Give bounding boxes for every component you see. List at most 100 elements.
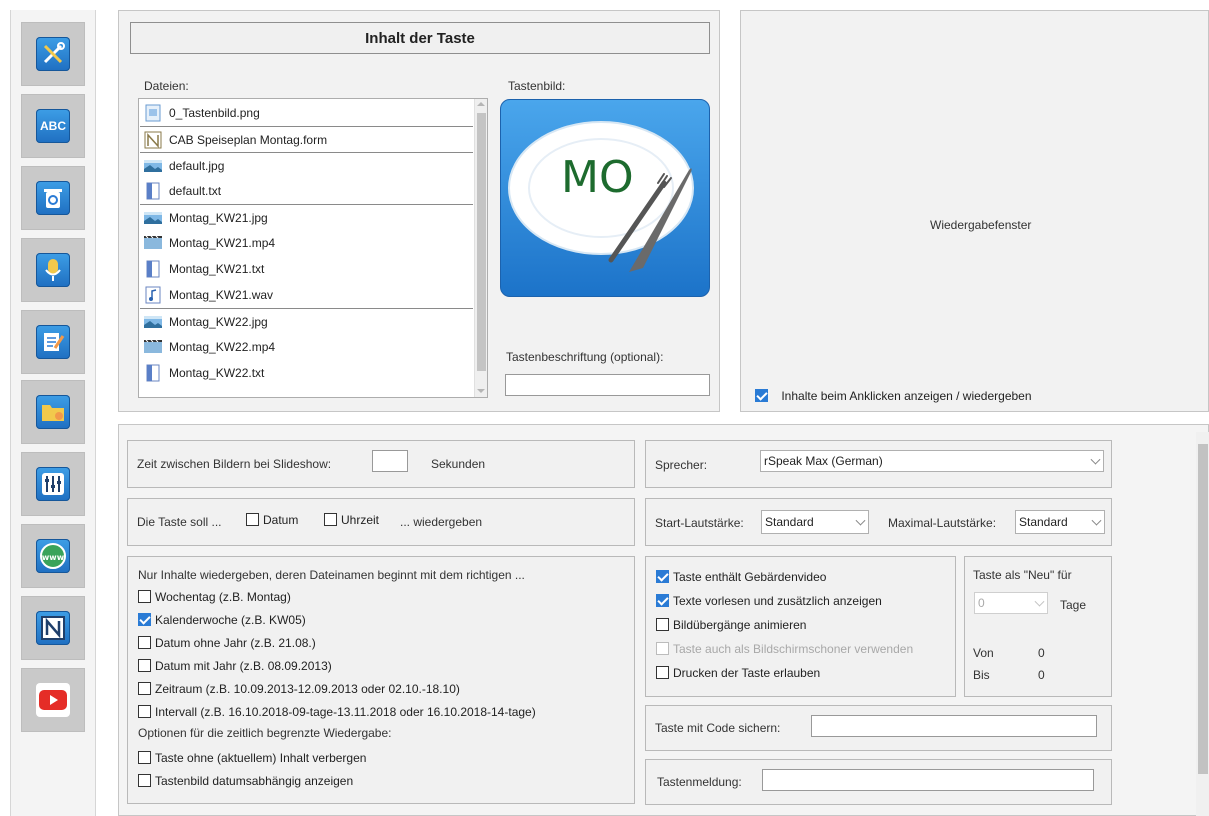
settings-scroll-thumb[interactable] bbox=[1198, 444, 1208, 774]
slideshow-unit: Sekunden bbox=[431, 457, 486, 471]
filter-option-3-option[interactable]: Datum mit Jahr (z.B. 08.09.2013) bbox=[138, 659, 332, 673]
file-list-item[interactable]: CAB Speiseplan Montag.form bbox=[140, 126, 473, 152]
time-option-1-checkbox[interactable] bbox=[138, 774, 151, 787]
mixer-sliders-icon bbox=[36, 467, 70, 501]
sidebar-button-www-globe[interactable]: www bbox=[21, 524, 85, 588]
setting-option-1-option[interactable]: Texte vorlesen und zusätzlich anzeigen bbox=[656, 594, 882, 608]
date-checkbox[interactable] bbox=[246, 513, 259, 526]
filter-option-2-checkbox[interactable] bbox=[138, 636, 151, 649]
svg-text:www: www bbox=[42, 553, 65, 562]
time-checkbox[interactable] bbox=[324, 513, 337, 526]
sidebar-button-folder-pointer[interactable] bbox=[21, 380, 85, 444]
sidebar-button-youtube-play[interactable] bbox=[21, 668, 85, 732]
filter-option-3-checkbox[interactable] bbox=[138, 659, 151, 672]
file-list-scrollbar[interactable] bbox=[474, 99, 487, 397]
folder-pointer-icon bbox=[36, 395, 70, 429]
setting-option-4-checkbox[interactable] bbox=[656, 666, 669, 679]
trash-icon bbox=[36, 181, 70, 215]
text-file-icon bbox=[144, 182, 162, 200]
file-list-item[interactable]: Montag_KW21.jpg bbox=[140, 204, 473, 230]
setting-option-0-checkbox[interactable] bbox=[656, 570, 669, 583]
microphone-icon bbox=[36, 253, 70, 287]
filter-option-4-checkbox[interactable] bbox=[138, 682, 151, 695]
new-flag-days-select[interactable]: 0 bbox=[974, 592, 1048, 614]
max-volume-select[interactable]: Standard bbox=[1015, 510, 1105, 534]
filter-option-3-label: Datum mit Jahr (z.B. 08.09.2013) bbox=[155, 659, 332, 673]
button-image-text: MO bbox=[561, 152, 634, 203]
speaker-label: Sprecher: bbox=[655, 458, 708, 472]
file-list[interactable]: 0_Tastenbild.png CAB Speiseplan Montag.fo… bbox=[138, 98, 488, 398]
slideshow-seconds-input[interactable] bbox=[372, 450, 408, 472]
filter-option-5-checkbox[interactable] bbox=[138, 705, 151, 718]
photo-file-icon bbox=[144, 157, 162, 175]
show-on-click-option[interactable]: Inhalte beim Anklicken anzeigen / wieder… bbox=[755, 389, 1032, 403]
text-file-icon bbox=[144, 260, 162, 278]
setting-option-0-option[interactable]: Taste enthält Gebärdenvideo bbox=[656, 570, 826, 584]
sidebar-button-microphone[interactable] bbox=[21, 238, 85, 302]
playback-title: Wiedergabefenster bbox=[930, 218, 1032, 232]
sidebar-button-mixer-sliders[interactable] bbox=[21, 452, 85, 516]
date-label: Datum bbox=[263, 513, 299, 527]
file-name: Montag_KW22.txt bbox=[169, 366, 265, 380]
chevron-down-icon bbox=[855, 515, 866, 526]
audio-file-icon bbox=[144, 286, 162, 304]
file-list-item[interactable]: Montag_KW21.wav bbox=[140, 282, 473, 308]
file-list-item[interactable]: Montag_KW21.txt bbox=[140, 256, 473, 282]
setting-option-1-checkbox[interactable] bbox=[656, 594, 669, 607]
setting-option-4-option[interactable]: Drucken der Taste erlauben bbox=[656, 666, 820, 680]
video-file-icon bbox=[144, 234, 162, 252]
chevron-down-icon bbox=[1090, 454, 1101, 465]
file-list-item[interactable]: default.jpg bbox=[140, 152, 473, 178]
setting-option-2-option[interactable]: Bildübergänge animieren bbox=[656, 618, 806, 632]
filter-option-1-option[interactable]: Kalenderwoche (z.B. KW05) bbox=[138, 613, 306, 627]
button-image[interactable]: MO bbox=[500, 99, 710, 297]
max-volume-value: Standard bbox=[1019, 515, 1068, 529]
filter-option-5-option[interactable]: Intervall (z.B. 16.10.2018-09-tage-13.11… bbox=[138, 705, 536, 719]
file-list-item[interactable]: Montag_KW22.txt bbox=[140, 360, 473, 386]
file-list-scroll-thumb[interactable] bbox=[477, 113, 486, 371]
message-input[interactable] bbox=[762, 769, 1094, 791]
code-lock-input[interactable] bbox=[811, 715, 1097, 737]
file-name: Montag_KW21.wav bbox=[169, 288, 274, 302]
file-list-item[interactable]: Montag_KW21.mp4 bbox=[140, 230, 473, 256]
file-list-item[interactable]: default.txt bbox=[140, 178, 473, 204]
setting-option-3-option: Taste auch als Bildschirmschoner verwend… bbox=[656, 642, 913, 656]
filter-option-1-checkbox[interactable] bbox=[138, 613, 151, 626]
new-flag-label: Taste als "Neu" für bbox=[973, 568, 1072, 582]
file-name: 0_Tastenbild.png bbox=[169, 106, 260, 120]
file-list-item[interactable]: Montag_KW22.mp4 bbox=[140, 334, 473, 360]
form-file-icon bbox=[144, 131, 162, 149]
sidebar-button-spellcheck-abc[interactable]: ABC bbox=[21, 94, 85, 158]
caption-input[interactable] bbox=[505, 374, 710, 396]
setting-option-2-checkbox[interactable] bbox=[656, 618, 669, 631]
file-name: Montag_KW21.jpg bbox=[169, 210, 268, 225]
speaker-select[interactable]: rSpeak Max (German) bbox=[760, 450, 1104, 472]
start-volume-select[interactable]: Standard bbox=[761, 510, 869, 534]
file-list-item[interactable]: Montag_KW22.jpg bbox=[140, 308, 473, 334]
file-name: Montag_KW22.jpg bbox=[169, 314, 268, 329]
filter-option-4-option[interactable]: Zeitraum (z.B. 10.09.2013-12.09.2013 ode… bbox=[138, 682, 460, 696]
scroll-down-arrow[interactable] bbox=[477, 389, 485, 393]
sidebar-button-trash[interactable] bbox=[21, 166, 85, 230]
sidebar-button-tools[interactable] bbox=[21, 22, 85, 86]
time-option-0-checkbox[interactable] bbox=[138, 751, 151, 764]
file-list-item[interactable]: 0_Tastenbild.png bbox=[140, 100, 473, 126]
filter-option-0-option[interactable]: Wochentag (z.B. Montag) bbox=[138, 590, 291, 604]
scroll-up-arrow[interactable] bbox=[477, 102, 485, 106]
photo-file-icon bbox=[144, 313, 162, 331]
sidebar-button-form-n[interactable] bbox=[21, 596, 85, 660]
start-volume-label: Start-Lautstärke: bbox=[655, 516, 744, 530]
time-option[interactable]: Uhrzeit bbox=[324, 513, 379, 527]
setting-option-0-label: Taste enthält Gebärdenvideo bbox=[673, 570, 827, 584]
playback-panel[interactable] bbox=[740, 10, 1209, 412]
show-on-click-checkbox[interactable] bbox=[755, 389, 768, 402]
settings-scrollbar[interactable] bbox=[1196, 432, 1209, 816]
filter-option-0-checkbox[interactable] bbox=[138, 590, 151, 603]
date-option[interactable]: Datum bbox=[246, 513, 298, 527]
sidebar-button-notepad-edit[interactable] bbox=[21, 310, 85, 374]
filter-option-2-option[interactable]: Datum ohne Jahr (z.B. 21.08.) bbox=[138, 636, 316, 650]
time-option-0-option[interactable]: Taste ohne (aktuellem) Inhalt verbergen bbox=[138, 751, 366, 765]
time-option-1-option[interactable]: Tastenbild datumsabhängig anzeigen bbox=[138, 774, 353, 788]
www-globe-icon: www bbox=[36, 539, 70, 573]
filter-option-1-label: Kalenderwoche (z.B. KW05) bbox=[155, 613, 306, 627]
